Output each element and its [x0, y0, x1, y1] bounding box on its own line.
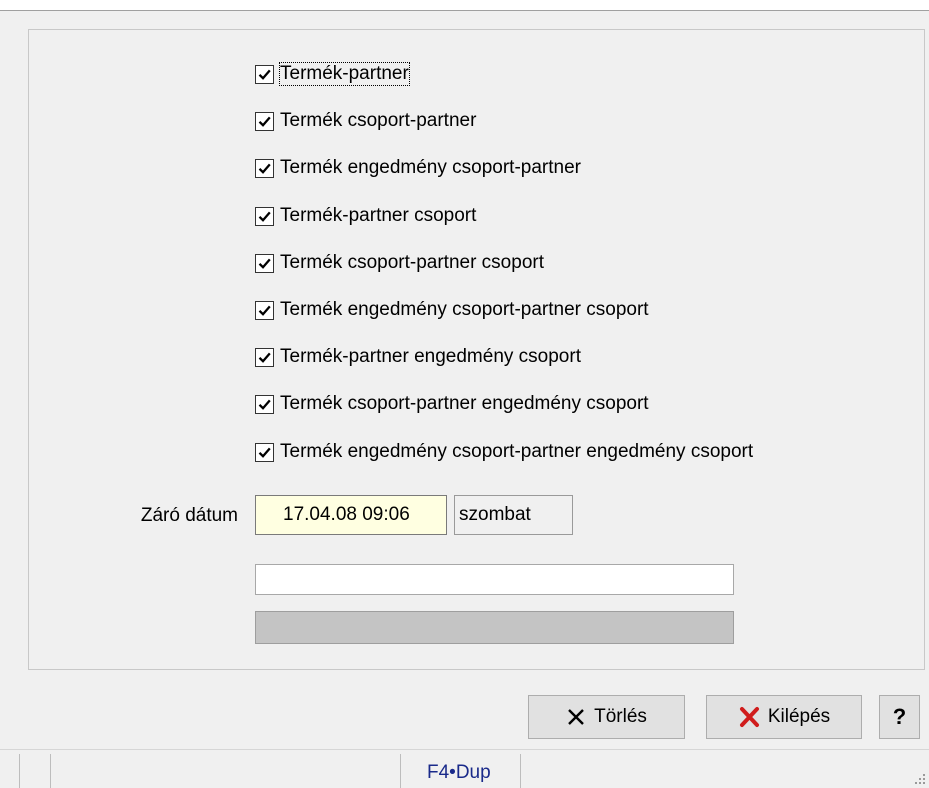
- status-separator: [400, 754, 401, 788]
- checkbox-row[interactable]: Termék csoport-partner: [255, 108, 476, 134]
- window-edge: [0, 10, 929, 11]
- checkbox-label: Termék engedmény csoport-partner: [280, 157, 581, 178]
- checkbox-icon[interactable]: [255, 253, 274, 273]
- checkbox-row[interactable]: Termék csoport-partner csoport: [255, 250, 544, 276]
- checkbox-label: Termék engedmény csoport-partner csoport: [280, 299, 649, 320]
- checkbox-row[interactable]: Termék-partner csoport: [255, 203, 476, 229]
- progress-bar: [255, 611, 734, 644]
- checkbox-label: Termék-partner: [279, 62, 410, 86]
- title-strip: [0, 0, 929, 10]
- checkbox-icon[interactable]: [255, 206, 274, 226]
- close-date-input[interactable]: 17.04.08 09:06: [255, 495, 447, 535]
- checkbox-icon[interactable]: [255, 111, 274, 131]
- checkbox-row[interactable]: Termék-partner: [255, 61, 410, 87]
- red-x-icon: [739, 707, 759, 727]
- status-separator: [50, 754, 51, 788]
- checkbox-row[interactable]: Termék engedmény csoport-partner csoport: [255, 297, 649, 323]
- dialog-window: Termék-partner Termék csoport-partner Term…: [0, 0, 929, 788]
- weekday-field: szombat: [454, 495, 573, 535]
- help-button-label: ?: [892, 704, 907, 729]
- checkbox-label: Termék csoport-partner: [280, 110, 477, 131]
- resize-grip-icon[interactable]: [915, 774, 925, 784]
- status-bar: F4•Dup: [0, 749, 929, 788]
- status-text-field: [255, 564, 734, 595]
- close-date-value: 17.04.08 09:06: [283, 504, 410, 525]
- checkbox-label: Termék engedmény csoport-partner engedmé…: [280, 441, 754, 462]
- checkbox-icon[interactable]: [255, 300, 274, 320]
- checkbox-icon[interactable]: [255, 347, 274, 367]
- checkbox-row[interactable]: Termék engedmény csoport-partner engedmé…: [255, 439, 753, 465]
- exit-button[interactable]: Kilépés: [706, 695, 862, 739]
- checkbox-icon[interactable]: [255, 64, 274, 84]
- status-separator: [520, 754, 521, 788]
- delete-button[interactable]: Törlés: [528, 695, 685, 739]
- status-separator: [19, 754, 20, 788]
- checkbox-row[interactable]: Termék engedmény csoport-partner: [255, 155, 581, 181]
- x-icon: [568, 709, 584, 725]
- checkbox-icon[interactable]: [255, 394, 274, 414]
- checkbox-label: Termék csoport-partner csoport: [280, 252, 544, 273]
- checkbox-icon[interactable]: [255, 158, 274, 178]
- delete-button-label: Törlés: [594, 706, 647, 727]
- checkbox-row[interactable]: Termék-partner engedmény csoport: [255, 344, 581, 370]
- checkbox-label: Termék-partner engedmény csoport: [280, 346, 581, 367]
- status-shortcut-text: F4•Dup: [427, 762, 491, 783]
- close-date-label: Záró dátum: [140, 505, 238, 526]
- checkbox-label: Termék csoport-partner engedmény csoport: [280, 393, 649, 414]
- help-button[interactable]: ?: [879, 695, 920, 739]
- checkbox-icon[interactable]: [255, 442, 274, 462]
- exit-button-label: Kilépés: [767, 706, 831, 727]
- checkbox-row[interactable]: Termék csoport-partner engedmény csoport: [255, 391, 649, 417]
- weekday-value: szombat: [459, 504, 531, 525]
- checkbox-label: Termék-partner csoport: [280, 205, 477, 226]
